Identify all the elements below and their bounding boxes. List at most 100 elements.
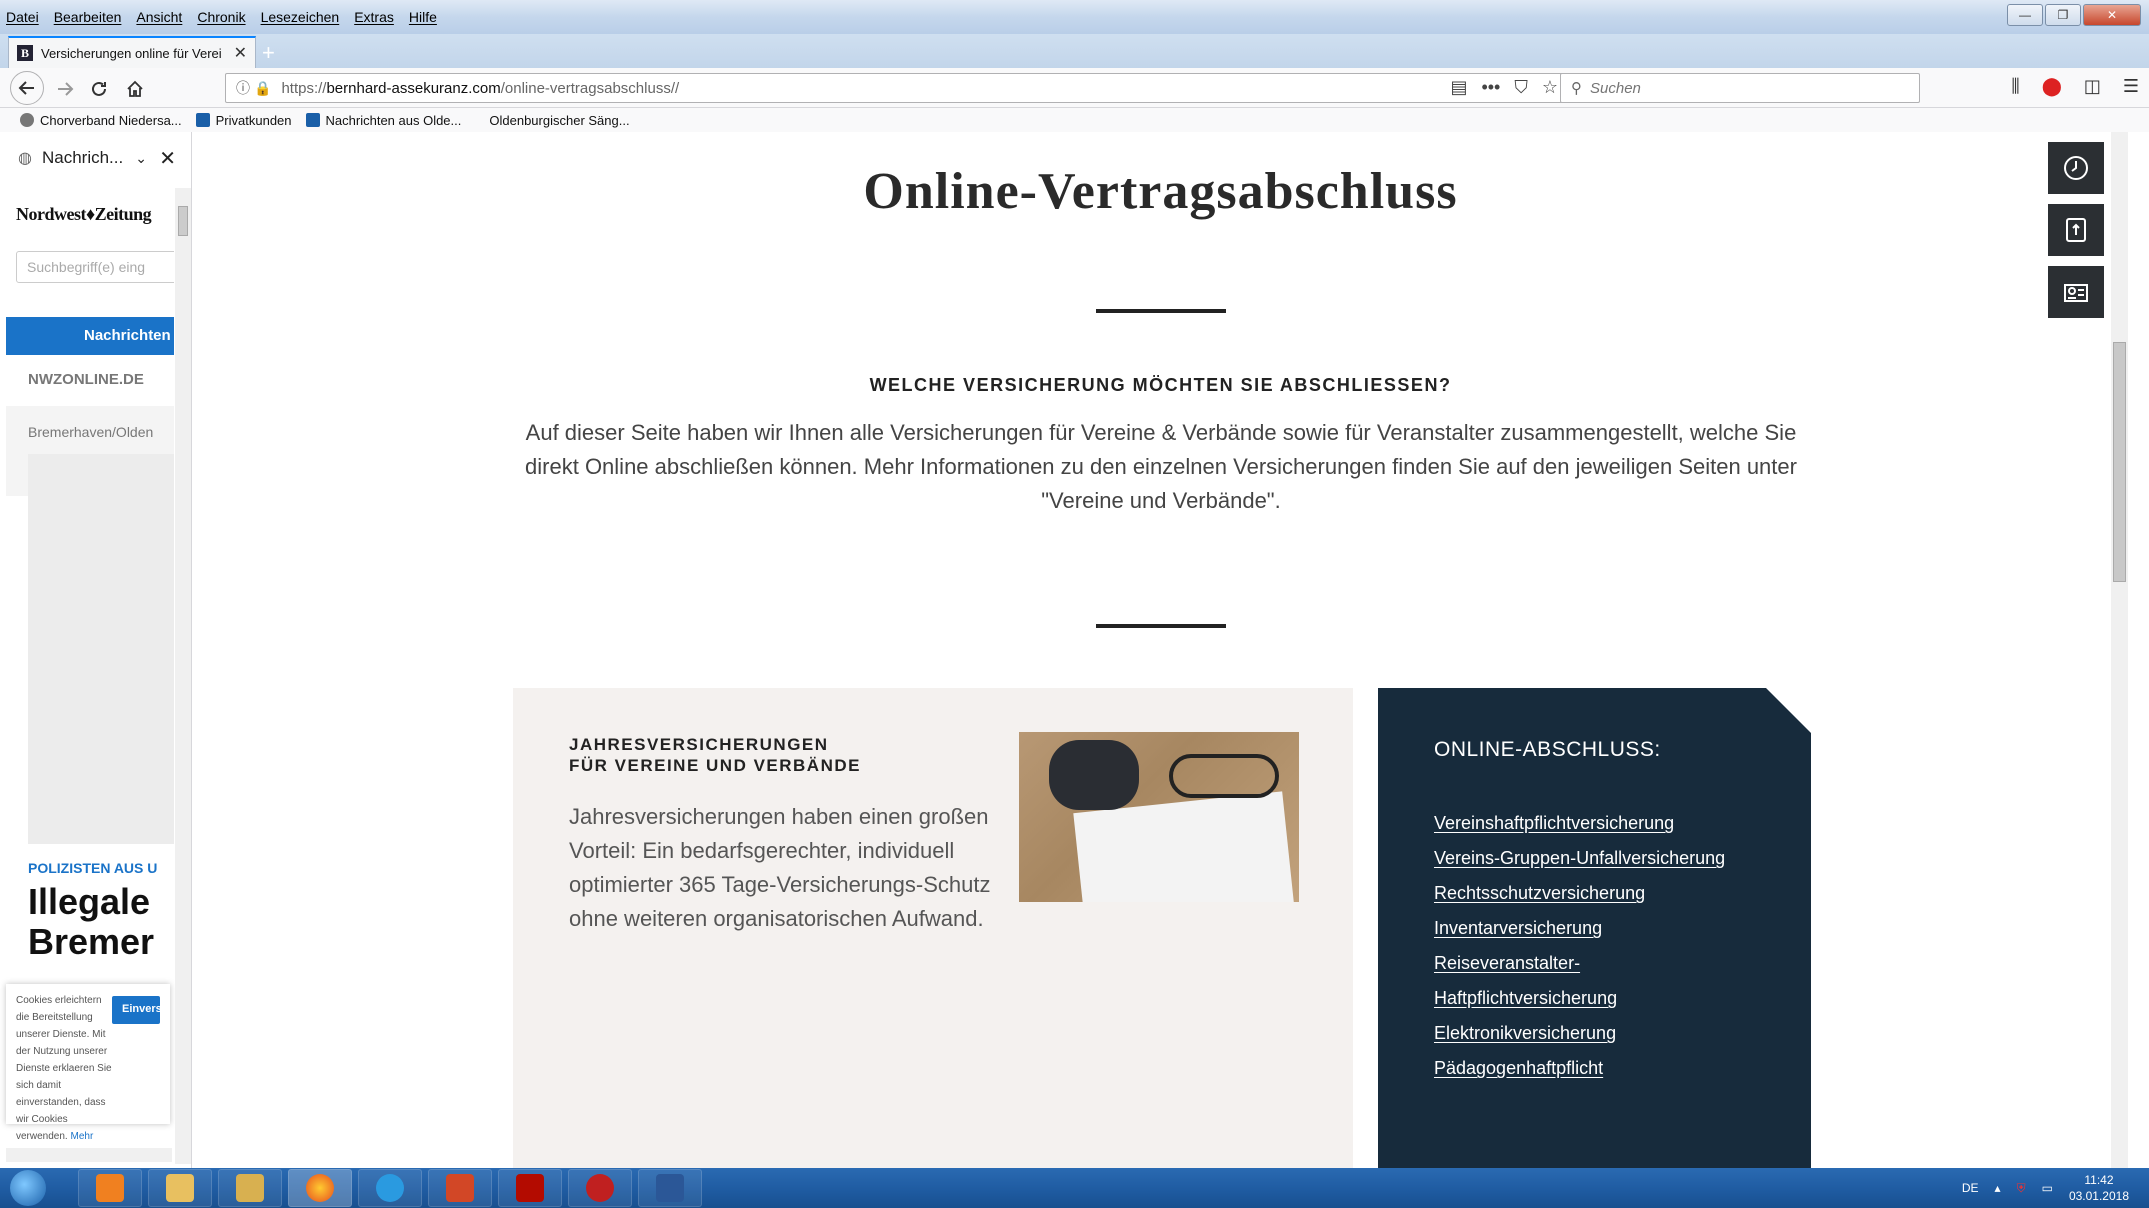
cookie-accept-button[interactable]: Einverst — [112, 996, 160, 1024]
binoculars-icon — [1049, 740, 1139, 810]
network-icon[interactable]: ▭ — [2042, 1181, 2053, 1195]
sidebar-article-headline-2[interactable]: Bremer — [28, 922, 174, 962]
home-button[interactable] — [120, 74, 150, 104]
close-window-button[interactable]: ✕ — [2083, 4, 2141, 26]
language-indicator[interactable]: DE — [1962, 1181, 1979, 1195]
start-button[interactable] — [10, 1170, 46, 1206]
link-paedagogen[interactable]: Pädagogenhaftpflicht — [1434, 1051, 1725, 1086]
cookie-banner: Cookies erleichtern die Bereitstellung u… — [6, 984, 170, 1159]
globe-icon: ◍ — [18, 150, 32, 167]
tab-active[interactable]: B Versicherungen online für Verei ✕ — [8, 36, 256, 68]
sidebar-header[interactable]: ◍ Nachrich... ⌄ ✕ — [0, 132, 191, 184]
bookmark-item[interactable]: Nachrichten aus Olde... — [305, 113, 461, 128]
maximize-button[interactable]: ❐ — [2045, 4, 2081, 26]
link-reiseveranstalter[interactable]: Reiseveranstalter- — [1434, 946, 1725, 981]
sidebar-nav-tab[interactable]: Nachrichten — [6, 317, 174, 355]
adblock-icon[interactable]: ⬤ — [2042, 76, 2062, 97]
security-shield-icon[interactable]: ⛨ — [2017, 1181, 2026, 1196]
system-tray: DE ▴ ⛨ ▭ 11:42 03.01.2018 — [1962, 1172, 2129, 1204]
clock-button[interactable] — [2048, 142, 2104, 194]
touch-icon — [2066, 218, 2086, 242]
back-button[interactable] — [10, 71, 44, 105]
word-icon — [656, 1174, 684, 1202]
chevron-down-icon[interactable]: ⌄ — [135, 150, 147, 167]
forward-button[interactable] — [50, 74, 80, 104]
menu-lesezeichen[interactable]: Lesezeichen — [261, 9, 340, 25]
word-button[interactable] — [638, 1169, 702, 1207]
clock-icon — [2064, 156, 2088, 180]
link-vereinshaftpflicht[interactable]: Vereinshaftpflichtversicherung — [1434, 806, 1725, 841]
intro-paragraph: Auf dieser Seite haben wir Ihnen alle Ve… — [525, 420, 1797, 513]
sidebar-region-label[interactable]: Bremerhaven/Olden — [28, 424, 174, 440]
bookmark-item[interactable]: Chorverband Niedersa... — [20, 113, 182, 128]
sidebar-article-kicker[interactable]: POLIZISTEN AUS U — [28, 860, 174, 876]
url-text[interactable]: https://bernhard-assekuranz.com/online-v… — [281, 80, 679, 97]
new-tab-button[interactable]: + — [262, 40, 275, 66]
link-elektronik[interactable]: Elektronikversicherung — [1434, 1016, 1725, 1051]
link-gruppen-unfall[interactable]: Vereins-Gruppen-Unfallversicherung — [1434, 841, 1725, 876]
link-rechtsschutz[interactable]: Rechtsschutzversicherung — [1434, 876, 1725, 911]
menu-bar: Datei Bearbeiten Ansicht Chronik Lesezei… — [0, 0, 452, 34]
sidebar-panel: ◍ Nachrich... ⌄ ✕ Nordwest♦Zeitung Suchb… — [0, 132, 192, 1168]
menu-ansicht[interactable]: Ansicht — [136, 9, 182, 25]
annual-insurance-card: JAHRESVERSICHERUNGEN FÜR VEREINE UND VERB… — [513, 688, 1353, 1168]
nwz-logo[interactable]: Nordwest♦Zeitung — [16, 204, 174, 225]
search-bar[interactable]: ⚲ — [1560, 73, 1920, 103]
window-titlebar: Datei Bearbeiten Ansicht Chronik Lesezei… — [0, 0, 2149, 34]
contact-button[interactable] — [2048, 266, 2104, 318]
section-subheading: WELCHE VERSICHERUNG MÖCHTEN SIE ABSCHLIE… — [869, 375, 1452, 395]
menu-extras[interactable]: Extras — [354, 9, 394, 25]
menu-bearbeiten[interactable]: Bearbeiten — [54, 9, 122, 25]
cookie-text: Cookies erleichtern die Bereitstellung u… — [16, 992, 116, 1162]
bookmark-item[interactable]: Oldenburgischer Säng... — [489, 113, 629, 128]
sidebar-article-headline-1[interactable]: Illegale — [28, 882, 174, 922]
card-heading: JAHRESVERSICHERUNGEN FÜR VEREINE UND VERB… — [569, 735, 861, 775]
hamburger-menu-icon[interactable]: ☰ — [2123, 76, 2139, 97]
folder-2-icon — [236, 1174, 264, 1202]
search-input[interactable] — [1590, 79, 1890, 97]
page-scrollbar[interactable] — [2111, 132, 2128, 1168]
tray-expand-icon[interactable]: ▴ — [1995, 1181, 2001, 1195]
menu-datei[interactable]: Datei — [6, 9, 39, 25]
url-bar[interactable]: ⓘ 🔒 https://bernhard-assekuranz.com/onli… — [225, 73, 1567, 103]
acrobat-button[interactable] — [498, 1169, 562, 1207]
info-icon[interactable]: ⓘ — [236, 78, 250, 98]
sidebar-toggle-icon[interactable]: ◫ — [2084, 76, 2101, 97]
app-red-button[interactable] — [568, 1169, 632, 1207]
bookmark-item[interactable]: Privatkunden — [195, 113, 292, 128]
section-divider — [1096, 624, 1226, 628]
library-icon[interactable]: ⫼ — [2011, 76, 2019, 97]
reload-button[interactable] — [84, 74, 114, 104]
sidebar-scroll-thumb[interactable] — [178, 206, 188, 236]
link-reiseveranstalter-haftpflicht[interactable]: Haftpflichtversicherung — [1434, 981, 1725, 1016]
page-scroll-thumb[interactable] — [2113, 342, 2126, 582]
explorer-2-button[interactable] — [218, 1169, 282, 1207]
close-sidebar-icon[interactable]: ✕ — [159, 146, 176, 171]
menu-hilfe[interactable]: Hilfe — [409, 9, 437, 25]
explorer-button[interactable] — [148, 1169, 212, 1207]
pointer-button[interactable] — [2048, 204, 2104, 256]
contact-card-icon — [2064, 284, 2088, 302]
pocket-icon[interactable]: ⛉ — [1514, 77, 1528, 98]
media-player-button[interactable] — [78, 1169, 142, 1207]
ie-button[interactable] — [358, 1169, 422, 1207]
link-inventar[interactable]: Inventarversicherung — [1434, 911, 1725, 946]
tab-close-icon[interactable]: ✕ — [234, 43, 247, 63]
sidebar-site-label[interactable]: NWZONLINE.DE — [28, 371, 174, 388]
sidebar-search-input[interactable]: Suchbegriff(e) eing — [16, 251, 174, 283]
minimize-button[interactable]: — — [2007, 4, 2043, 26]
page-actions-icon[interactable]: ••• — [1481, 77, 1500, 98]
online-purchase-heading: ONLINE-ABSCHLUSS: — [1434, 738, 1661, 761]
firefox-button[interactable] — [288, 1169, 352, 1207]
powerpoint-button[interactable] — [428, 1169, 492, 1207]
bookmark-star-icon[interactable]: ☆ — [1542, 77, 1558, 98]
menu-chronik[interactable]: Chronik — [197, 9, 245, 25]
sidebar-horizontal-scrollbar[interactable] — [6, 1148, 172, 1162]
lock-icon[interactable]: 🔒 — [254, 80, 271, 97]
media-player-icon — [96, 1174, 124, 1202]
reader-view-icon[interactable]: ▤ — [1450, 77, 1467, 98]
site-favicon-icon: B — [17, 45, 33, 61]
page-content: Online-Vertragsabschluss WELCHE VERSICHE… — [193, 132, 2128, 1168]
sidebar-scrollbar[interactable] — [175, 188, 191, 1164]
clock[interactable]: 11:42 03.01.2018 — [2069, 1172, 2129, 1204]
